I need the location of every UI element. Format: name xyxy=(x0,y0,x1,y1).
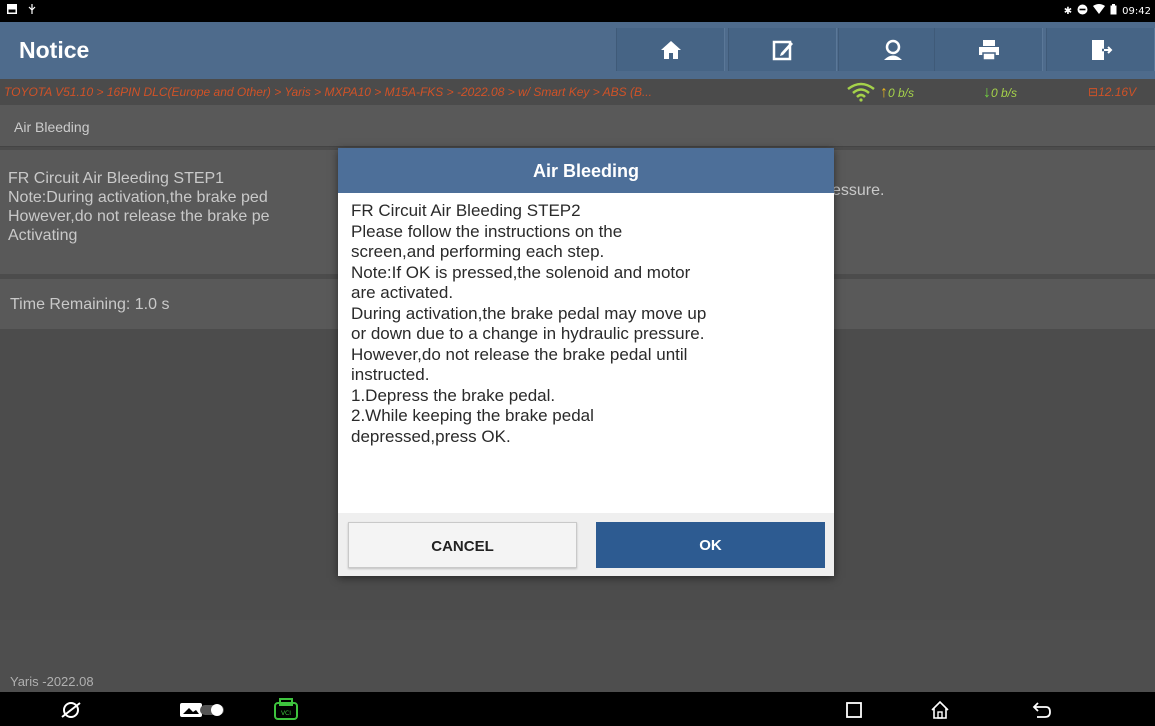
dialog-body: FR Circuit Air Bleeding STEP2 Please fol… xyxy=(338,193,834,513)
gallery-icon xyxy=(6,3,18,15)
page-title: Notice xyxy=(19,37,90,63)
dialog-line: However,do not release the brake pedal u… xyxy=(351,344,688,364)
info-line-partial: essure. xyxy=(832,182,885,199)
dialog-line: instructed. xyxy=(351,365,430,384)
screenshot-toggle-icon[interactable] xyxy=(180,701,228,724)
clock: 09:42 xyxy=(1122,5,1151,17)
dialog-line: depressed,press OK. xyxy=(351,426,511,446)
home-icon xyxy=(660,40,681,59)
usb-icon xyxy=(26,3,38,15)
dialog-line: screen,and performing each step. xyxy=(351,242,605,261)
dialog-line: are activated. xyxy=(351,283,454,302)
support-button[interactable] xyxy=(838,28,947,71)
ok-button[interactable]: OK xyxy=(596,522,825,568)
bottom-panel xyxy=(0,620,1155,692)
edit-report-button[interactable] xyxy=(728,28,837,71)
car-battery-icon: ⊟ xyxy=(1088,85,1099,99)
system-nav-bar: VCI xyxy=(0,692,1155,726)
title-bar: Notice xyxy=(0,22,1155,79)
edit-report-icon xyxy=(772,40,793,60)
status-bar: ✱ 09:42 xyxy=(0,0,1155,22)
dialog-line: Please follow the instructions on the xyxy=(351,221,623,241)
dialog-line: Note:If OK is pressed,the solenoid and m… xyxy=(351,262,691,282)
print-button[interactable] xyxy=(934,28,1043,71)
download-rate: ↓0 b/s xyxy=(983,84,1018,101)
dialog-line: 2.While keeping the brake pedal xyxy=(351,406,594,425)
svg-text:VCI: VCI xyxy=(281,710,291,717)
dialog-line: During activation,the brake pedal may mo… xyxy=(351,303,707,323)
vehicle-footer: Yaris -2022.08 xyxy=(10,674,94,689)
exit-button[interactable] xyxy=(1046,28,1155,71)
exit-icon xyxy=(1091,39,1113,60)
wifi-icon xyxy=(1093,4,1106,18)
back-icon[interactable] xyxy=(1032,701,1052,724)
support-icon xyxy=(883,39,902,60)
upload-arrow-icon: ↑ xyxy=(880,84,888,101)
dialog-footer: CANCEL OK xyxy=(338,513,834,576)
section-title: Air Bleeding xyxy=(0,105,1155,147)
dnd-icon xyxy=(1077,4,1088,18)
vci-icon[interactable]: VCI xyxy=(272,697,300,726)
bluetooth-icon: ✱ xyxy=(1063,5,1073,17)
air-bleeding-dialog: Air Bleeding FR Circuit Air Bleeding STE… xyxy=(338,148,834,576)
recents-icon[interactable] xyxy=(846,702,862,723)
dialog-line: FR Circuit Air Bleeding STEP2 xyxy=(351,201,581,220)
cancel-button[interactable]: CANCEL xyxy=(348,522,577,568)
download-arrow-icon: ↓ xyxy=(983,84,991,101)
battery-voltage: ⊟12.16V xyxy=(1088,85,1137,99)
dialog-line: 1.Depress the brake pedal. xyxy=(351,385,556,405)
home-nav-icon[interactable] xyxy=(930,700,950,725)
breadcrumb: TOYOTA V51.10 > 16PIN DLC(Europe and Oth… xyxy=(0,79,1155,105)
battery-icon xyxy=(1110,4,1117,18)
print-icon xyxy=(978,39,999,61)
upload-rate: ↑0 b/s xyxy=(880,84,915,101)
dialog-line: or down due to a change in hydraulic pre… xyxy=(351,324,705,343)
dialog-title: Air Bleeding xyxy=(338,148,834,193)
home-button[interactable] xyxy=(616,28,725,71)
breadcrumb-path: TOYOTA V51.10 > 16PIN DLC(Europe and Oth… xyxy=(4,85,652,99)
browser-icon[interactable] xyxy=(60,699,82,726)
wifi-signal-icon xyxy=(846,82,876,107)
